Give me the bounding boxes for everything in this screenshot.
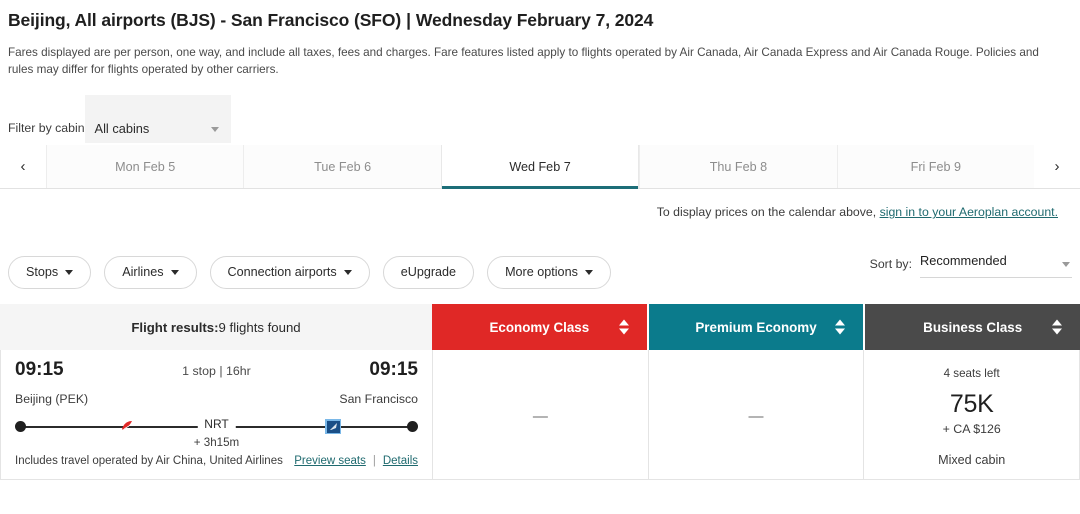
flight-times: 09:15 1 stop | 16hr 09:15 — [15, 359, 418, 381]
destination-city: San Francisco — [339, 392, 418, 407]
flight-results-label: Flight results: — [131, 319, 219, 335]
chevron-down-icon — [584, 269, 593, 275]
sort-arrows-icon[interactable] — [1052, 319, 1063, 335]
filter-stops-button[interactable]: Stops — [8, 255, 92, 289]
air-china-icon — [119, 419, 135, 434]
column-header-business-class[interactable]: Business Class — [863, 304, 1080, 351]
details-link[interactable]: Details — [383, 455, 418, 467]
cabin-filter-row: Filter by cabin All cabins — [0, 95, 1080, 144]
business-cabin-note: Mixed cabin — [938, 452, 1006, 467]
date-tab-tue-feb-6[interactable]: Tue Feb 6 — [243, 145, 441, 189]
column-header-premium-label: Premium Economy — [695, 319, 817, 335]
price-cell-business[interactable]: 4 seats left 75K + CA $126 Mixed cabin — [863, 350, 1079, 480]
preview-seats-link[interactable]: Preview seats — [294, 455, 366, 467]
filter-airlines-label: Airlines — [122, 265, 164, 280]
sort-by-label: Sort by: — [869, 257, 912, 272]
operated-by-text: Includes travel operated by Air China, U… — [15, 455, 283, 468]
date-title: Wednesday February 7, 2024 — [415, 10, 654, 30]
date-tab-thu-feb-8[interactable]: Thu Feb 8 — [639, 145, 837, 189]
filter-eupgrade-button[interactable]: eUpgrade — [382, 255, 475, 289]
column-header-premium-economy[interactable]: Premium Economy — [646, 304, 864, 351]
flight-itinerary-cell: 09:15 1 stop | 16hr 09:15 Beijing (PEK) … — [1, 350, 432, 479]
sort-arrows-icon[interactable] — [835, 319, 846, 335]
filter-connection-airports-button[interactable]: Connection airports — [209, 255, 370, 289]
chevron-down-icon — [210, 127, 219, 133]
filter-airlines-button[interactable]: Airlines — [104, 255, 197, 289]
column-header-economy-class[interactable]: Economy Class — [432, 304, 647, 351]
connection-airport-code: NRT — [197, 417, 236, 432]
flight-cities: Beijing (PEK) San Francisco — [15, 392, 418, 406]
stops-and-duration: 1 stop | 16hr — [182, 364, 251, 379]
origin-city: Beijing (PEK) — [15, 392, 89, 407]
cabin-filter-label: Filter by cabin — [8, 121, 85, 136]
column-header-business-label: Business Class — [923, 319, 1023, 335]
page-title: Beijing, All airports (BJS) - San Franci… — [8, 10, 1072, 31]
signin-notice: To display prices on the calendar above,… — [0, 205, 1080, 219]
sort-by-control: Sort by: Recommended — [869, 252, 1072, 279]
seats-left-badge: 4 seats left — [943, 366, 1000, 380]
date-tab-fri-feb-9[interactable]: Fri Feb 9 — [836, 145, 1035, 189]
filter-more-options-label: More options — [505, 265, 578, 280]
link-divider: | — [372, 455, 376, 468]
united-airlines-icon — [325, 419, 341, 435]
sort-by-value: Recommended — [920, 253, 1007, 269]
sort-by-select[interactable]: Recommended — [920, 252, 1072, 279]
price-cell-premium-economy[interactable]: — — [647, 350, 864, 480]
chevron-down-icon — [343, 269, 352, 275]
chevron-down-icon — [170, 269, 179, 275]
route-title: Beijing, All airports (BJS) - San Franci… — [8, 10, 402, 30]
premium-unavailable-mark: — — [748, 408, 764, 426]
cabin-filter-value: All cabins — [94, 121, 150, 137]
next-dates-button[interactable]: › — [1034, 145, 1080, 189]
filter-toolbar: Stops Airlines Connection airports eUpgr… — [0, 252, 1080, 289]
sort-arrows-icon[interactable] — [618, 319, 629, 335]
results-class-header-bar: Flight results: 9 flights found Economy C… — [0, 304, 1080, 351]
filter-more-options-button[interactable]: More options — [487, 255, 611, 289]
fare-disclaimer: Fares displayed are per person, one way,… — [8, 46, 1039, 76]
flight-row-footer: Includes travel operated by Air China, U… — [15, 455, 418, 467]
title-separator: | — [406, 10, 411, 30]
filter-stops-label: Stops — [26, 265, 59, 280]
business-points-price: 75K — [949, 389, 994, 418]
price-cell-economy[interactable]: — — [432, 350, 648, 480]
date-tab-wed-feb-7[interactable]: Wed Feb 7 — [440, 145, 640, 190]
flight-search-results-page: Beijing, All airports (BJS) - San Franci… — [0, 0, 1080, 514]
chevron-down-icon — [1062, 262, 1070, 268]
departure-time: 09:15 — [15, 359, 64, 381]
business-surcharge: + CA $126 — [942, 421, 1001, 436]
economy-unavailable-mark: — — [532, 408, 548, 426]
aeroplan-signin-link[interactable]: sign in to your Aeroplan account. — [880, 205, 1058, 219]
page-header: Beijing, All airports (BJS) - San Franci… — [0, 0, 1080, 78]
flight-results-count: 9 flights found — [218, 319, 301, 335]
date-tab-mon-feb-5[interactable]: Mon Feb 5 — [46, 145, 244, 189]
prev-dates-button[interactable]: ‹ — [0, 145, 46, 189]
table-row: 09:15 1 stop | 16hr 09:15 Beijing (PEK) … — [0, 350, 1080, 481]
route-diagram: NRT + 3h15m — [15, 417, 418, 449]
date-tab-strip: ‹ Mon Feb 5 Tue Feb 6 Wed Feb 7 Thu Feb … — [0, 145, 1080, 190]
origin-dot-icon — [15, 421, 26, 433]
destination-dot-icon — [407, 421, 418, 433]
flight-row-links: Preview seats | Details — [294, 455, 418, 467]
flight-results-summary: Flight results: 9 flights found — [0, 304, 432, 351]
filter-eupgrade-label: eUpgrade — [400, 265, 457, 280]
signin-notice-text: To display prices on the calendar above, — [656, 205, 877, 220]
cabin-filter-select[interactable]: All cabins — [84, 95, 231, 144]
chevron-down-icon — [65, 269, 74, 275]
arrival-time: 09:15 — [369, 359, 418, 381]
filter-connection-airports-label: Connection airports — [227, 265, 337, 280]
layover-duration: + 3h15m — [193, 436, 240, 450]
column-header-economy-label: Economy Class — [489, 319, 590, 335]
